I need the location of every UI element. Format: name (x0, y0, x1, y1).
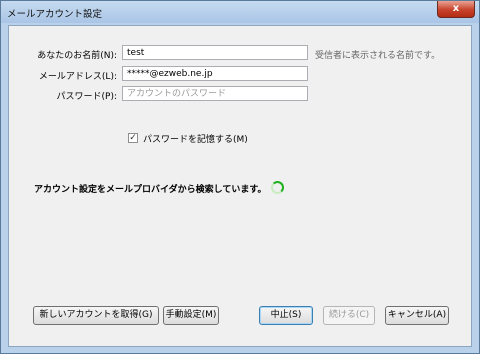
loading-spinner-icon (271, 181, 284, 194)
dialog-window: メールアカウント設定 x あなたのお名前(N): test 受信者に表示される名… (0, 0, 480, 354)
get-new-account-button[interactable]: 新しいアカウントを取得(G) (33, 306, 159, 325)
close-button[interactable]: x (437, 1, 475, 18)
continue-button[interactable]: 続ける(C) (323, 306, 375, 325)
remember-password-checkbox[interactable]: ✓ (128, 133, 138, 143)
name-hint: 受信者に表示される名前です。 (315, 51, 441, 61)
manual-setup-button[interactable]: 手動設定(M) (163, 306, 219, 325)
cancel-button[interactable]: キャンセル(A) (385, 306, 449, 325)
checkmark-icon: ✓ (129, 133, 137, 143)
close-icon: x (452, 3, 460, 14)
dialog-body: あなたのお名前(N): test 受信者に表示される名前です。 メールアドレス(… (8, 25, 472, 347)
status-text: アカウント設定をメールプロバイダから検索しています。 (34, 185, 267, 195)
remember-password-label[interactable]: パスワードを記憶する(M) (143, 132, 248, 145)
email-input[interactable]: *****@ezweb.ne.jp (122, 66, 308, 81)
password-label: パスワード(P): (56, 92, 117, 102)
email-label: メールアドレス(L): (38, 72, 117, 82)
name-input[interactable]: test (122, 45, 308, 60)
window-title: メールアカウント設定 (7, 9, 103, 20)
password-input[interactable]: アカウントのパスワード (122, 86, 308, 101)
stop-button[interactable]: 中止(S) (259, 306, 313, 325)
title-bar[interactable]: メールアカウント設定 x (1, 1, 479, 23)
name-label: あなたのお名前(N): (37, 51, 117, 61)
